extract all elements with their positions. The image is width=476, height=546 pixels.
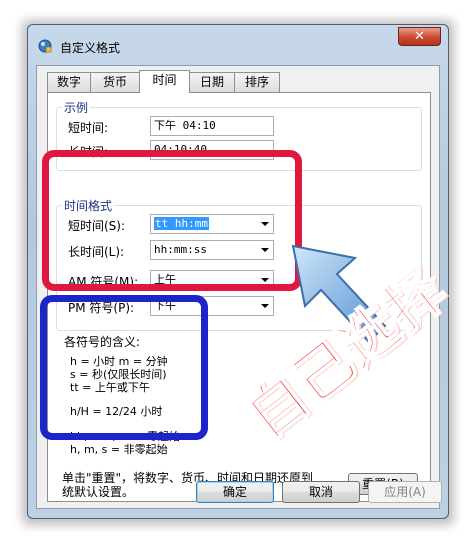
apply-button: 应用(A) [368,481,442,503]
tab-currency[interactable]: 货币 [90,72,140,92]
ok-button[interactable]: 确定 [196,481,274,503]
close-icon: ✕ [414,29,425,44]
close-button[interactable]: ✕ [398,27,441,46]
tab-sort[interactable]: 排序 [234,72,280,92]
tab-time[interactable]: 时间 [139,70,190,93]
control-panel-icon [38,39,52,53]
legend-line: h, m, s = 非零起始 [70,443,168,456]
example-group-title: 示例 [62,99,91,116]
highlight-time-format-box [42,150,302,291]
example-short-label: 短时间: [68,121,109,135]
example-short-time-field: 下午 04:10 [150,116,274,136]
tab-date[interactable]: 日期 [189,72,235,92]
window-title: 自定义格式 [60,41,121,55]
tab-number[interactable]: 数字 [47,72,91,92]
chevron-down-icon [261,304,269,308]
cancel-button[interactable]: 取消 [282,481,360,503]
title-bar[interactable]: 自定义格式 ✕ [28,25,448,65]
reset-note-line: 统默认设置。 [62,485,135,499]
highlight-legend-box [40,295,208,440]
